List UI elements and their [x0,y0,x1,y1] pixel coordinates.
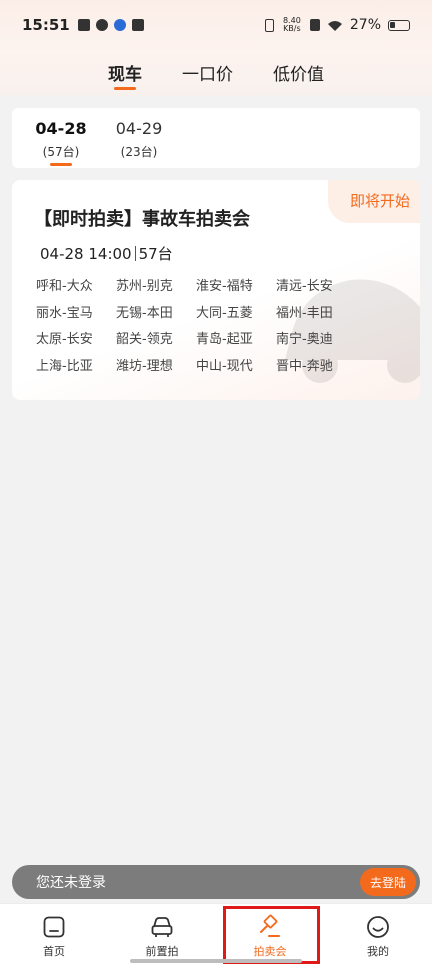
battery-icon [388,19,410,31]
login-button[interactable]: 去登陆 [359,868,416,896]
city-brand-item: 南宁-奥迪 [276,332,333,347]
auction-title: 【即时拍卖】事故车拍卖会 [34,209,250,230]
active-date-indicator [50,163,72,166]
home-indicator [130,959,302,963]
battery-percent: 27% [349,17,381,33]
city-brand-item: 无锡-本田 [116,305,173,321]
auction-card[interactable]: 即将开始 【即时拍卖】事故车拍卖会 04-28 14:00 57台 呼和-大众 苏… [12,180,420,400]
nav-mine-label: 我的 [367,945,389,958]
nav-auction-label: 拍卖会 [253,945,287,958]
network-speed: 8.40 KB/s [282,16,301,33]
city-brand-item: 淮安-福特 [196,279,253,294]
date-tab-0429[interactable]: 04-29 (23台) [100,108,178,168]
status-bar: 15:51 8.40 KB/s 27% [0,0,432,50]
city-brand-item: 大同-五菱 [196,305,253,321]
city-brand-item: 苏州-别克 [116,279,173,294]
login-prompt-text: 您还未登录 [36,875,106,891]
city-brand-item: 潍坊-理想 [116,358,173,374]
bottom-nav: 首页 前置拍 拍卖会 我的 [0,903,432,964]
city-brand-item: 晋中-奔驰 [276,358,333,374]
tiktok-icon [131,19,144,31]
login-prompt-bar: 您还未登录 去登陆 [12,865,420,899]
city-brand-item: 上海-比亚 [36,358,93,374]
auction-datetime: 04-28 14:00 [40,245,132,263]
auction-count: 57台 [138,245,173,263]
car-icon [151,917,173,937]
nav-auction[interactable]: 拍卖会 [216,904,324,964]
vibrate-icon [264,18,274,32]
gavel-icon [260,914,280,937]
date-selector: 04-28 (57台) 04-29 (23台) [12,108,420,168]
nav-pre-auction-label: 前置拍 [145,945,179,958]
tab-low-value[interactable]: 低价值 [273,52,324,92]
city-brand-item: 青岛-起亚 [196,332,253,347]
city-brand-list: 呼和-大众 苏州-别克 淮安-福特 清远-长安 丽水-宝马 无锡-本田 大同-五… [36,278,356,375]
nav-home[interactable]: 首页 [0,904,108,964]
paw-icon [113,19,126,31]
wifi-icon [327,20,342,31]
home-icon [43,916,65,938]
tab-fixed-price[interactable]: 一口价 [182,52,233,92]
city-brand-item: 中山-现代 [196,358,253,374]
smiley-icon [367,916,389,938]
nav-pre-auction[interactable]: 前置拍 [108,904,216,964]
nav-home-label: 首页 [43,945,65,958]
auction-meta: 04-28 14:00 57台 [40,243,173,264]
city-brand-item: 丽水-宝马 [36,305,93,321]
city-brand-item: 福州-丰田 [276,305,333,321]
top-tabs: 现车 一口价 低价值 [0,52,432,92]
notification-app-icon [77,19,90,31]
notification-app-icon [95,19,108,31]
city-brand-item: 呼和-大众 [36,279,93,294]
status-badge: 即将开始 [327,180,420,223]
no-sim-icon [309,19,320,31]
tab-current-cars[interactable]: 现车 [108,52,142,92]
status-time: 15:51 [22,16,70,34]
city-brand-item: 韶关-领克 [116,332,173,347]
date-tab-0428[interactable]: 04-28 (57台) [22,108,100,168]
city-brand-item: 清远-长安 [276,279,333,294]
city-brand-item: 太原-长安 [36,332,93,347]
nav-mine[interactable]: 我的 [324,904,432,964]
active-tab-indicator [114,87,136,90]
